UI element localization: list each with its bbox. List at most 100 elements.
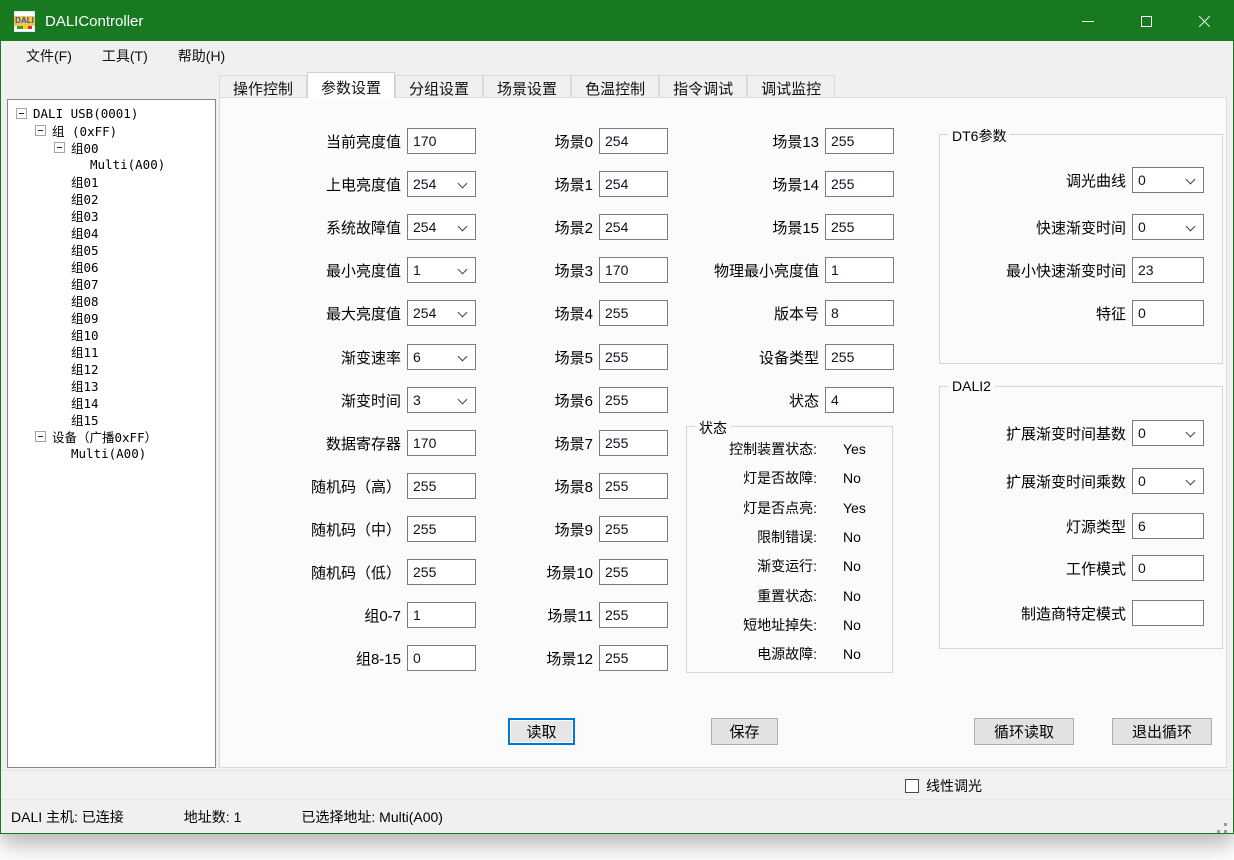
param-input[interactable]: 255 (599, 473, 668, 499)
menu-item-2[interactable]: 帮助(H) (163, 42, 240, 70)
tree-item[interactable]: 组06 (8, 258, 215, 275)
param-input[interactable]: 255 (599, 645, 668, 671)
param-input[interactable]: 170 (407, 128, 476, 154)
tree-item[interactable]: 组08 (8, 292, 215, 309)
tree-item[interactable]: 组13 (8, 377, 215, 394)
tab-6[interactable]: 调试监控 (747, 75, 835, 98)
param-input[interactable]: 254 (599, 214, 668, 240)
tab-4[interactable]: 色温控制 (571, 75, 659, 98)
param-input[interactable]: 255 (599, 602, 668, 628)
param-input[interactable]: 255 (599, 516, 668, 542)
param-value: 1 (413, 262, 421, 278)
param-input[interactable]: 255 (407, 559, 476, 585)
menu-item-0[interactable]: 文件(F) (11, 42, 87, 70)
status-row-value: No (843, 470, 861, 486)
tree-item[interactable]: DALI USB(0001) (8, 105, 215, 122)
tree-item[interactable]: Multi(A00) (8, 156, 215, 173)
tree-item[interactable]: 设备（广播0xFF） (8, 428, 215, 445)
tree-item[interactable]: Multi(A00) (8, 445, 215, 462)
param-input[interactable]: 255 (825, 214, 894, 240)
param-value: 0 (1138, 305, 1146, 321)
tab-2[interactable]: 分组设置 (395, 75, 483, 98)
param-input[interactable]: 255 (599, 344, 668, 370)
tab-1[interactable]: 参数设置 (307, 72, 395, 98)
tree-item[interactable]: 组11 (8, 343, 215, 360)
tree-item[interactable]: 组02 (8, 190, 215, 207)
param-input[interactable]: 4 (825, 387, 894, 413)
param-select[interactable]: 3 (407, 387, 476, 413)
param-input[interactable]: 254 (599, 171, 668, 197)
param-input[interactable]: 254 (599, 128, 668, 154)
param-value: 255 (831, 219, 854, 235)
tree-item[interactable]: 组12 (8, 360, 215, 377)
param-input[interactable]: 1 (407, 602, 476, 628)
param-input[interactable]: 1 (825, 257, 894, 283)
param-input[interactable]: 255 (599, 387, 668, 413)
tree-collapse-icon[interactable] (35, 431, 46, 442)
param-select[interactable]: 254 (407, 300, 476, 326)
tree-collapse-icon[interactable] (54, 142, 65, 153)
param-input[interactable]: 255 (407, 473, 476, 499)
tab-0[interactable]: 操作控制 (219, 75, 307, 98)
tab-5[interactable]: 指令调试 (659, 75, 747, 98)
linear-dimming-option[interactable]: 线性调光 (905, 776, 982, 796)
linear-dimming-checkbox[interactable] (905, 779, 919, 793)
status-row-label: 限制错误: (687, 527, 817, 547)
param-value: 1 (413, 607, 421, 623)
param-select[interactable]: 0 (1132, 420, 1204, 446)
minimize-button[interactable] (1059, 1, 1117, 41)
param-input[interactable]: 255 (599, 300, 668, 326)
param-input[interactable]: 0 (1132, 555, 1204, 581)
maximize-icon (1141, 16, 1152, 27)
param-select[interactable]: 254 (407, 171, 476, 197)
maximize-button[interactable] (1117, 1, 1175, 41)
param-select[interactable]: 0 (1132, 214, 1204, 240)
app-window: DALI DALIController 文件(F)工具(T)帮助(H) DALI… (0, 0, 1234, 834)
param-select[interactable]: 0 (1132, 468, 1204, 494)
param-input[interactable]: 255 (825, 171, 894, 197)
param-input[interactable] (1132, 600, 1204, 626)
tree-item[interactable]: 组07 (8, 275, 215, 292)
param-input[interactable]: 170 (407, 430, 476, 456)
tree-item[interactable]: 组10 (8, 326, 215, 343)
tree-item[interactable]: 组05 (8, 241, 215, 258)
read-button[interactable]: 读取 (508, 718, 575, 745)
param-input[interactable]: 0 (407, 645, 476, 671)
param-input[interactable]: 0 (1132, 300, 1204, 326)
tree-collapse-icon[interactable] (35, 125, 46, 136)
param-input[interactable]: 170 (599, 257, 668, 283)
param-input[interactable]: 255 (599, 559, 668, 585)
param-input[interactable]: 23 (1132, 257, 1204, 283)
param-input[interactable]: 255 (407, 516, 476, 542)
param-label: 场景0 (503, 131, 593, 152)
param-input[interactable]: 255 (825, 344, 894, 370)
param-input[interactable]: 255 (825, 128, 894, 154)
param-input[interactable]: 6 (1132, 513, 1204, 539)
param-input[interactable]: 8 (825, 300, 894, 326)
param-select[interactable]: 0 (1132, 167, 1204, 193)
tree-collapse-icon[interactable] (16, 108, 27, 119)
param-select[interactable]: 6 (407, 344, 476, 370)
param-select[interactable]: 254 (407, 214, 476, 240)
tree-item[interactable]: 组14 (8, 394, 215, 411)
tree-item[interactable]: 组 (0xFF) (8, 122, 215, 139)
tree-item[interactable]: 组00 (8, 139, 215, 156)
param-label: 制造商特定模式 (946, 603, 1126, 624)
menu-item-1[interactable]: 工具(T) (87, 42, 163, 70)
resize-grip[interactable] (1224, 823, 1227, 826)
loop-read-button[interactable]: 循环读取 (974, 718, 1074, 745)
save-button[interactable]: 保存 (711, 718, 778, 745)
tree-item[interactable]: 组01 (8, 173, 215, 190)
param-value: 0 (1138, 219, 1146, 235)
tree-item[interactable]: 组03 (8, 207, 215, 224)
param-input[interactable]: 255 (599, 430, 668, 456)
exit-loop-button[interactable]: 退出循环 (1112, 718, 1212, 745)
tree-item[interactable]: 组09 (8, 309, 215, 326)
tab-3[interactable]: 场景设置 (483, 75, 571, 98)
close-button[interactable] (1175, 1, 1233, 41)
tree-item[interactable]: 组15 (8, 411, 215, 428)
param-row: 状态4 (689, 387, 894, 413)
tree-item[interactable]: 组04 (8, 224, 215, 241)
param-select[interactable]: 1 (407, 257, 476, 283)
param-row: 制造商特定模式 (946, 600, 1204, 626)
